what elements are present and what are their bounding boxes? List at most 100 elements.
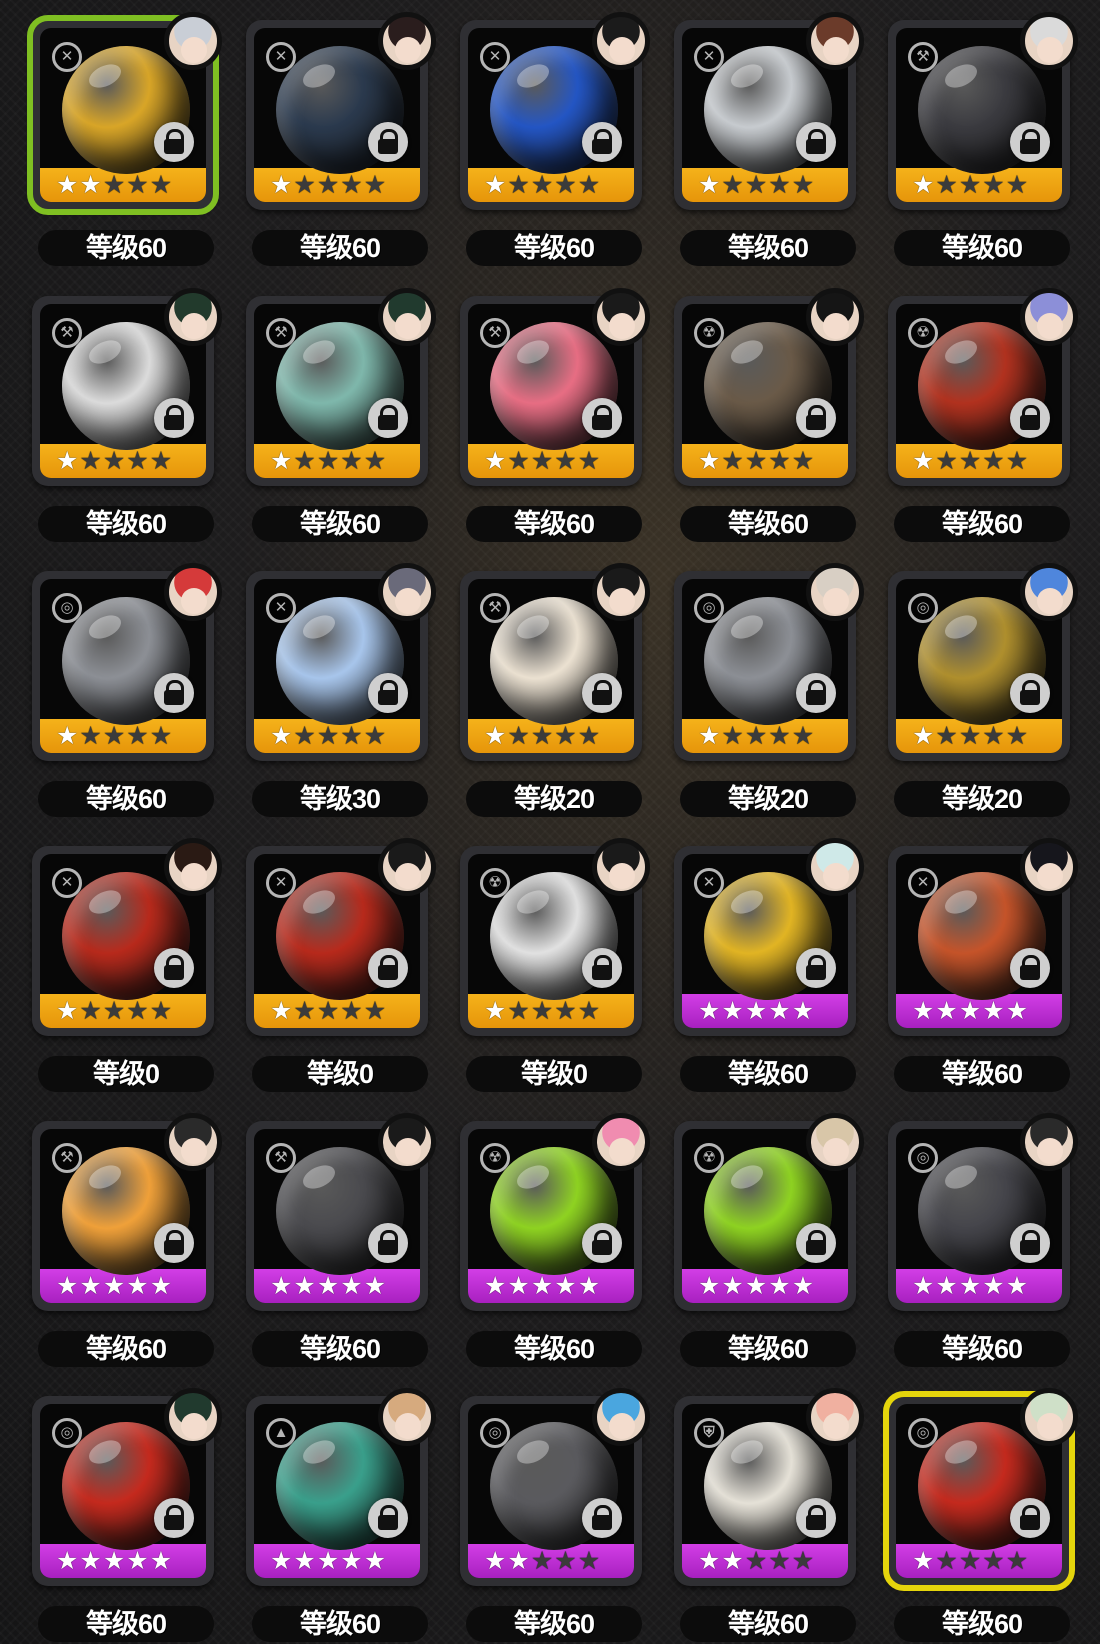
star-filled-icon: ★ — [270, 171, 293, 199]
lock-icon[interactable] — [368, 122, 408, 162]
star-filled-icon: ★ — [958, 997, 982, 1025]
card-frame: ⚒ ★ ★ ★ ★ ★ — [32, 1113, 222, 1311]
bangboo-card[interactable]: ☢ ★ ★ ★ ★ ★ 等级0 — [460, 838, 650, 1092]
agent-avatar — [164, 1113, 222, 1171]
lock-icon[interactable] — [1010, 398, 1050, 438]
radiation-icon: ☢ — [480, 868, 510, 898]
bangboo-card[interactable]: ◎ ★ ★ ★ ★ ★ 等级60 — [883, 1388, 1078, 1642]
agent-avatar — [806, 838, 864, 896]
star-filled-icon: ★ — [56, 1547, 79, 1575]
bangboo-card[interactable]: ⚒ ★ ★ ★ ★ ★ 等级60 — [246, 288, 436, 542]
bangboo-card[interactable]: ☢ ★ ★ ★ ★ ★ 等级60 — [888, 288, 1078, 542]
bangboo-card[interactable]: ✕ ★ ★ ★ ★ ★ 等级60 — [27, 12, 222, 266]
star-empty-icon: ★ — [958, 722, 982, 750]
star-rating: ★ ★ ★ ★ ★ — [484, 1547, 600, 1575]
lock-icon[interactable] — [582, 1223, 622, 1263]
star-empty-icon: ★ — [982, 722, 1005, 750]
bangboo-card[interactable]: ✕ ★ ★ ★ ★ ★ 等级60 — [246, 12, 436, 266]
agent-avatar — [378, 563, 436, 621]
lock-icon[interactable] — [154, 1223, 194, 1263]
lock-icon[interactable] — [582, 673, 622, 713]
bangboo-card[interactable]: ⚒ ★ ★ ★ ★ ★ 等级60 — [888, 12, 1078, 266]
lock-icon[interactable] — [582, 398, 622, 438]
bangboo-card[interactable]: ◎ ★ ★ ★ ★ ★ 等级20 — [888, 563, 1078, 817]
bangboo-card[interactable]: ⛨ ★ ★ ★ ★ ★ 等级60 — [674, 1388, 864, 1642]
star-filled-icon: ★ — [293, 1547, 316, 1575]
lock-icon[interactable] — [582, 1498, 622, 1538]
lock-icon[interactable] — [796, 1223, 836, 1263]
lock-icon[interactable] — [154, 398, 194, 438]
star-filled-icon: ★ — [102, 1547, 126, 1575]
lock-icon[interactable] — [1010, 122, 1050, 162]
star-filled-icon: ★ — [56, 171, 79, 199]
star-filled-icon: ★ — [935, 1272, 958, 1300]
card-frame: ⚒ ★ ★ ★ ★ ★ — [246, 288, 436, 486]
bangboo-card[interactable]: ⚒ ★ ★ ★ ★ ★ 等级60 — [460, 288, 650, 542]
bangboo-card[interactable]: ⚒ ★ ★ ★ ★ ★ 等级60 — [246, 1113, 436, 1367]
bangboo-card[interactable]: ◎ ★ ★ ★ ★ ★ 等级60 — [460, 1388, 650, 1642]
lock-icon[interactable] — [1010, 673, 1050, 713]
card-frame: ⚒ ★ ★ ★ ★ ★ — [460, 563, 650, 761]
star-filled-icon: ★ — [56, 722, 79, 750]
bangboo-card[interactable]: ⚒ ★ ★ ★ ★ ★ 等级60 — [32, 1113, 222, 1367]
bangboo-card[interactable]: ◎ ★ ★ ★ ★ ★ 等级60 — [888, 1113, 1078, 1367]
bangboo-card[interactable]: ⚒ ★ ★ ★ ★ ★ 等级60 — [32, 288, 222, 542]
card-frame: ✕ ★ ★ ★ ★ ★ — [888, 838, 1078, 1036]
lock-icon[interactable] — [154, 948, 194, 988]
lock-icon[interactable] — [796, 398, 836, 438]
card-frame: ☢ ★ ★ ★ ★ ★ — [674, 288, 864, 486]
star-rating: ★ ★ ★ ★ ★ — [912, 722, 1028, 750]
bangboo-card[interactable]: ✕ ★ ★ ★ ★ ★ 等级60 — [674, 838, 864, 1092]
lock-icon[interactable] — [154, 673, 194, 713]
star-empty-icon: ★ — [102, 997, 126, 1025]
lock-icon[interactable] — [154, 122, 194, 162]
lock-icon[interactable] — [368, 948, 408, 988]
lock-icon[interactable] — [154, 1498, 194, 1538]
bangboo-card[interactable]: ☢ ★ ★ ★ ★ ★ 等级60 — [674, 1113, 864, 1367]
card-frame: ☢ ★ ★ ★ ★ ★ — [674, 1113, 864, 1311]
crossed-tools-icon: ✕ — [694, 868, 724, 898]
star-empty-icon: ★ — [577, 447, 601, 475]
bangboo-card[interactable]: ▲ ★ ★ ★ ★ ★ 等级60 — [246, 1388, 436, 1642]
star-empty-icon: ★ — [363, 447, 387, 475]
level-label: 等级20 — [894, 781, 1070, 817]
agent-avatar — [378, 838, 436, 896]
radiation-icon: ☢ — [908, 318, 938, 348]
bangboo-card[interactable]: ◎ ★ ★ ★ ★ ★ 等级60 — [32, 563, 222, 817]
lock-icon[interactable] — [1010, 1223, 1050, 1263]
bangboo-card[interactable]: ☢ ★ ★ ★ ★ ★ 等级60 — [460, 1113, 650, 1367]
star-empty-icon: ★ — [721, 447, 744, 475]
bangboo-card[interactable]: ◎ ★ ★ ★ ★ ★ 等级20 — [674, 563, 864, 817]
bangboo-card[interactable]: ✕ ★ ★ ★ ★ ★ 等级60 — [674, 12, 864, 266]
card-frame: ⚒ ★ ★ ★ ★ ★ — [32, 288, 222, 486]
lock-icon[interactable] — [368, 673, 408, 713]
star-empty-icon: ★ — [316, 722, 340, 750]
star-rating: ★ ★ ★ ★ ★ — [698, 171, 814, 199]
bangboo-card[interactable]: ◎ ★ ★ ★ ★ ★ 等级60 — [32, 1388, 222, 1642]
bangboo-card[interactable]: ✕ ★ ★ ★ ★ ★ 等级30 — [246, 563, 436, 817]
lock-icon[interactable] — [582, 948, 622, 988]
bangboo-card[interactable]: ☢ ★ ★ ★ ★ ★ 等级60 — [674, 288, 864, 542]
lock-icon[interactable] — [368, 398, 408, 438]
lock-icon[interactable] — [368, 1498, 408, 1538]
lock-icon[interactable] — [582, 122, 622, 162]
lock-icon[interactable] — [1010, 948, 1050, 988]
lock-icon[interactable] — [796, 948, 836, 988]
bangboo-card[interactable]: ✕ ★ ★ ★ ★ ★ 等级60 — [460, 12, 650, 266]
bangboo-card[interactable]: ✕ ★ ★ ★ ★ ★ 等级0 — [246, 838, 436, 1092]
bangboo-card[interactable]: ⚒ ★ ★ ★ ★ ★ 等级20 — [460, 563, 650, 817]
radiation-icon: ☢ — [480, 1143, 510, 1173]
lock-icon[interactable] — [796, 122, 836, 162]
lock-icon[interactable] — [368, 1223, 408, 1263]
star-filled-icon: ★ — [270, 722, 293, 750]
card-frame: ☢ ★ ★ ★ ★ ★ — [888, 288, 1078, 486]
lock-icon[interactable] — [796, 673, 836, 713]
lock-icon[interactable] — [1010, 1498, 1050, 1538]
bangboo-card[interactable]: ✕ ★ ★ ★ ★ ★ 等级60 — [888, 838, 1078, 1092]
star-filled-icon: ★ — [149, 1547, 173, 1575]
star-filled-icon: ★ — [340, 1272, 363, 1300]
lock-icon[interactable] — [796, 1498, 836, 1538]
bangboo-card[interactable]: ✕ ★ ★ ★ ★ ★ 等级0 — [32, 838, 222, 1092]
hammer-icon: ⚒ — [52, 318, 82, 348]
shield-ring-icon: ◎ — [908, 1143, 938, 1173]
